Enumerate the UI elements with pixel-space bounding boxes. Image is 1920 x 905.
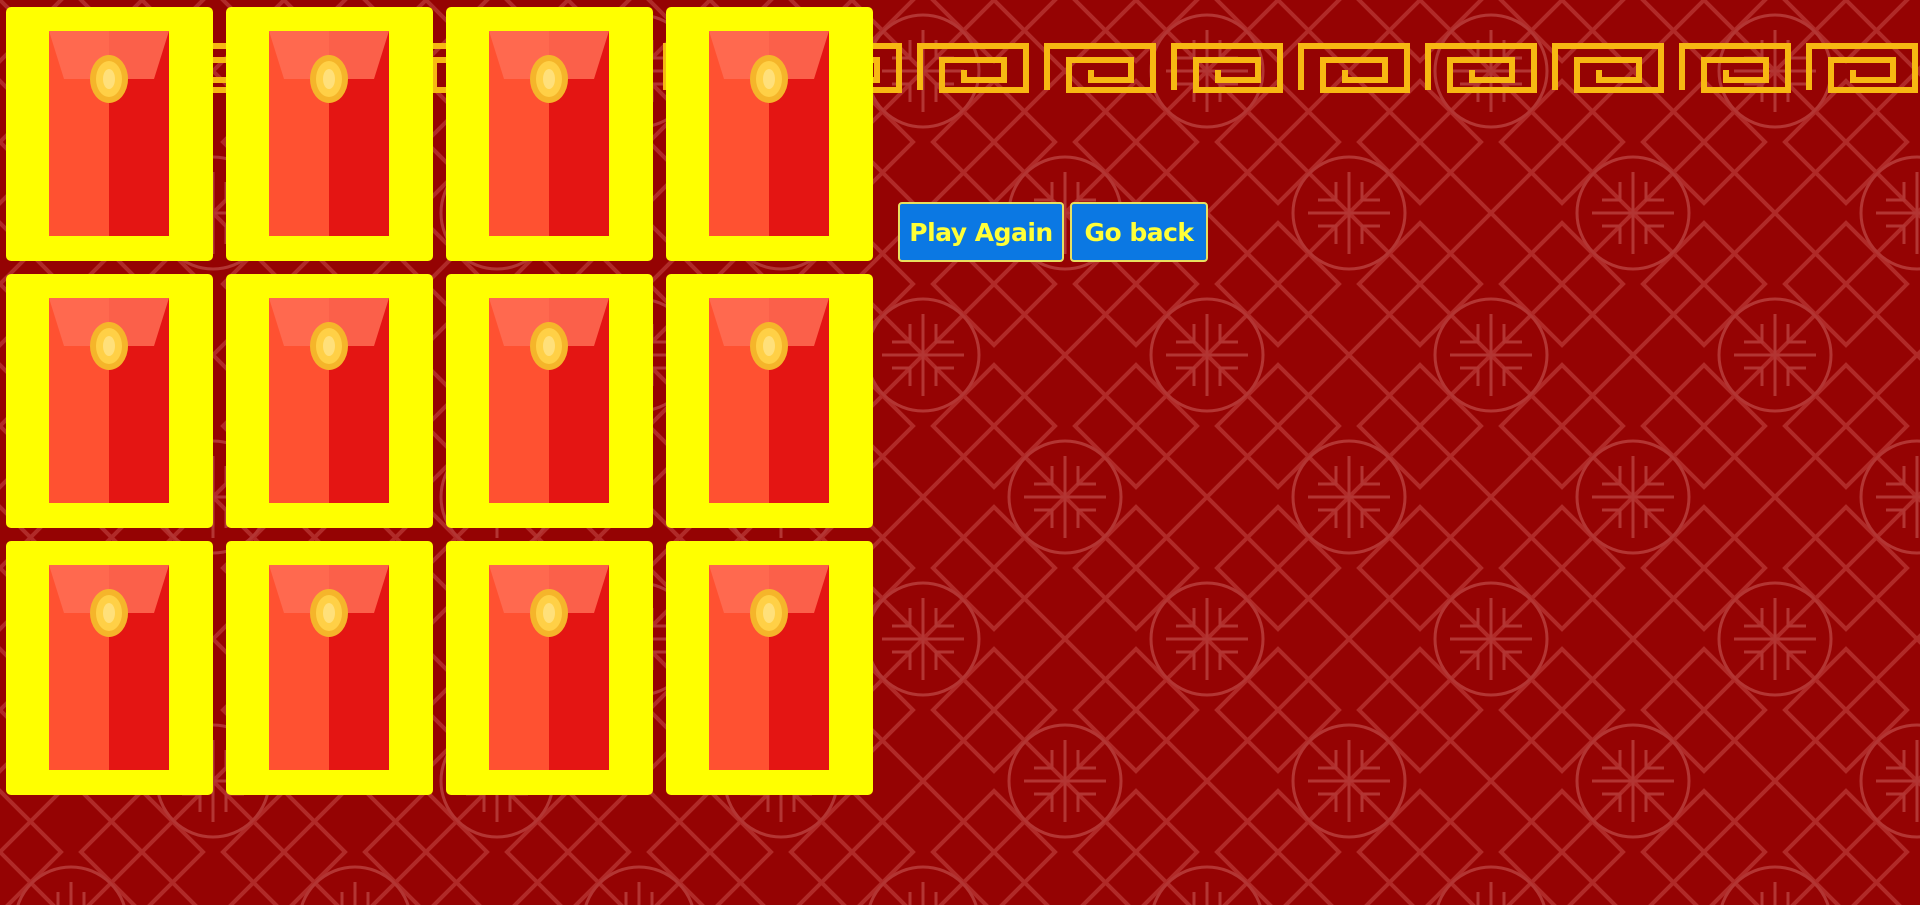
- memory-card[interactable]: [226, 274, 433, 528]
- memory-card[interactable]: [226, 7, 433, 261]
- red-envelope-icon: [489, 31, 609, 236]
- red-envelope-icon: [489, 298, 609, 503]
- red-envelope-icon: [709, 565, 829, 770]
- red-envelope-icon: [709, 298, 829, 503]
- memory-card[interactable]: [666, 541, 873, 795]
- card-board: [6, 7, 886, 795]
- game-controls: Play Again Go back: [898, 202, 1208, 262]
- memory-card[interactable]: [666, 274, 873, 528]
- red-envelope-icon: [269, 31, 389, 236]
- red-envelope-icon: [49, 298, 169, 503]
- memory-card[interactable]: [446, 7, 653, 261]
- red-envelope-icon: [709, 31, 829, 236]
- memory-card[interactable]: [6, 541, 213, 795]
- red-envelope-icon: [49, 31, 169, 236]
- red-envelope-icon: [269, 565, 389, 770]
- red-envelope-icon: [269, 298, 389, 503]
- memory-card[interactable]: [446, 274, 653, 528]
- memory-card[interactable]: [446, 541, 653, 795]
- memory-card[interactable]: [6, 274, 213, 528]
- red-envelope-icon: [489, 565, 609, 770]
- play-again-button[interactable]: Play Again: [898, 202, 1064, 262]
- memory-card[interactable]: [666, 7, 873, 261]
- memory-card[interactable]: [226, 541, 433, 795]
- red-envelope-icon: [49, 565, 169, 770]
- go-back-button[interactable]: Go back: [1070, 202, 1208, 262]
- memory-card[interactable]: [6, 7, 213, 261]
